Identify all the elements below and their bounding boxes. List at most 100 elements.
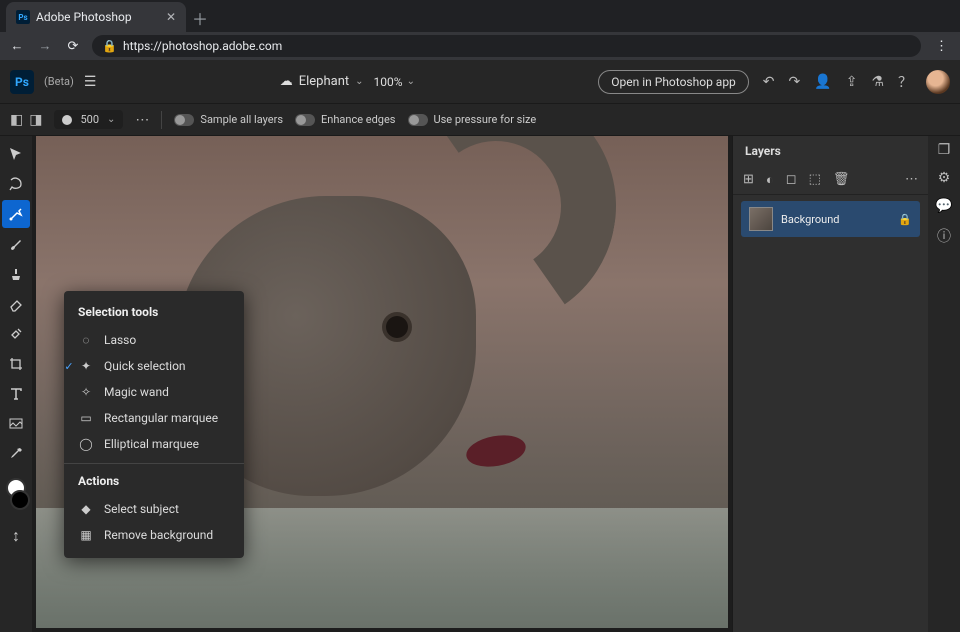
canvas-area[interactable]: Selection tools ◌Lasso ✦Quick selection …	[32, 136, 732, 632]
flyout-header-actions: Actions	[64, 470, 244, 496]
enhance-edges-toggle[interactable]: Enhance edges	[295, 113, 396, 126]
undo-button[interactable]: ↶	[763, 74, 775, 90]
healing-brush-tool[interactable]	[2, 320, 30, 348]
help-button[interactable]: ？	[898, 72, 912, 92]
layer-item-background[interactable]: Background 🔒	[741, 201, 920, 237]
flyout-item-label: Rectangular marquee	[104, 411, 218, 425]
toggle-icon	[408, 114, 428, 126]
sample-all-layers-toggle[interactable]: Sample all layers	[174, 113, 283, 126]
forward-button[interactable]: →	[36, 38, 54, 54]
quick-selection-icon: ✦	[78, 359, 94, 373]
back-button[interactable]: ←	[8, 38, 26, 54]
blend-options-button[interactable]: ⬚	[809, 172, 821, 188]
flyout-remove-background[interactable]: ▦ Remove background	[64, 522, 244, 548]
info-panel-icon[interactable]: ⓘ	[937, 226, 951, 246]
ellipse-marquee-icon: ◯	[78, 437, 94, 451]
invite-button[interactable]: 👤	[814, 74, 831, 90]
adjustment-layer-button[interactable]: ◐	[766, 172, 774, 188]
toggle-label: Enhance edges	[321, 113, 396, 126]
chevron-down-icon: ⌄	[407, 76, 415, 87]
address-bar[interactable]: 🔒 https://photoshop.adobe.com	[92, 35, 921, 57]
chevron-down-icon: ⌄	[107, 114, 115, 125]
open-in-app-button[interactable]: Open in Photoshop app	[598, 70, 749, 94]
reload-button[interactable]: ⟳	[64, 39, 82, 54]
main-menu-button[interactable]: ☰	[84, 74, 97, 90]
browser-tab[interactable]: Ps Adobe Photoshop ✕	[6, 2, 186, 32]
new-layer-button[interactable]: ⊞	[743, 172, 754, 188]
flyout-quick-selection[interactable]: ✦ Quick selection	[64, 353, 244, 379]
avatar[interactable]	[926, 70, 950, 94]
new-tab-button[interactable]: ＋	[186, 4, 214, 32]
delete-layer-button[interactable]: 🗑	[833, 172, 850, 188]
toggle-label: Sample all layers	[200, 113, 283, 126]
subtract-from-selection-icon[interactable]: ◨	[29, 112, 42, 128]
selection-tools-flyout: Selection tools ◌Lasso ✦Quick selection …	[64, 291, 244, 558]
place-image-tool[interactable]	[2, 410, 30, 438]
flyout-rectangular-marquee[interactable]: ▭Rectangular marquee	[64, 405, 244, 431]
toggle-icon	[174, 114, 194, 126]
flyout-item-label: Lasso	[104, 333, 136, 347]
url-text: https://photoshop.adobe.com	[123, 39, 282, 53]
layer-name: Background	[781, 213, 839, 226]
toggle-label: Use pressure for size	[434, 113, 537, 126]
right-rail: ❐ ⚙ 💬 ⓘ	[928, 136, 960, 632]
lasso-tool[interactable]	[2, 170, 30, 198]
flyout-item-label: Remove background	[104, 528, 213, 542]
labs-icon[interactable]: ⚗	[871, 74, 884, 90]
layer-thumbnail	[749, 207, 773, 231]
select-subject-icon: ◆	[78, 502, 94, 516]
flyout-item-label: Elliptical marquee	[104, 437, 199, 451]
toggle-icon	[295, 114, 315, 126]
tab-title: Adobe Photoshop	[36, 10, 132, 24]
close-icon[interactable]: ✕	[166, 10, 176, 24]
document-name: Elephant	[299, 74, 349, 89]
flyout-header-tools: Selection tools	[64, 301, 244, 327]
mask-button[interactable]: ◻	[786, 172, 797, 188]
add-to-selection-icon[interactable]: ◧	[10, 112, 23, 128]
image-elephant-mouth	[464, 431, 528, 471]
lasso-icon: ◌	[78, 333, 94, 347]
divider	[64, 463, 244, 464]
share-button[interactable]: ⇪	[846, 74, 858, 90]
move-tool[interactable]	[2, 140, 30, 168]
browser-menu-button[interactable]: ⋮	[931, 39, 952, 54]
remove-background-icon: ▦	[78, 528, 94, 542]
clone-stamp-tool[interactable]	[2, 260, 30, 288]
properties-panel-icon[interactable]: ⚙	[938, 170, 951, 186]
type-tool[interactable]	[2, 380, 30, 408]
browser-navbar: ← → ⟳ 🔒 https://photoshop.adobe.com ⋮	[0, 32, 960, 60]
image-elephant-eye	[386, 316, 408, 338]
tab-favicon: Ps	[16, 10, 30, 24]
use-pressure-toggle[interactable]: Use pressure for size	[408, 113, 537, 126]
quick-selection-tool[interactable]	[2, 200, 30, 228]
redo-button[interactable]: ↷	[789, 74, 801, 90]
tool-rail: ↕	[0, 136, 32, 632]
background-color-swatch[interactable]	[10, 490, 30, 510]
lock-icon[interactable]: 🔒	[898, 213, 912, 226]
brush-tool[interactable]	[2, 230, 30, 258]
flyout-item-label: Select subject	[104, 502, 179, 516]
swap-colors-button[interactable]: ↕	[2, 522, 30, 550]
eyedropper-tool[interactable]	[2, 440, 30, 468]
crop-tool[interactable]	[2, 350, 30, 378]
comments-panel-icon[interactable]: 💬	[935, 198, 952, 214]
divider	[161, 111, 162, 129]
flyout-magic-wand[interactable]: ✧Magic wand	[64, 379, 244, 405]
flyout-lasso[interactable]: ◌ Lasso	[64, 327, 244, 353]
eraser-tool[interactable]	[2, 290, 30, 318]
brush-size-control[interactable]: 500 ⌄	[54, 110, 123, 129]
layer-more-button[interactable]: ⋯	[905, 172, 918, 188]
flyout-item-label: Quick selection	[104, 359, 186, 373]
flyout-elliptical-marquee[interactable]: ◯ Elliptical marquee	[64, 431, 244, 457]
tool-options-bar: ◧ ◨ 500 ⌄ ⋯ Sample all layers Enhance ed…	[0, 104, 960, 136]
panel-title: Layers	[733, 136, 928, 166]
photoshop-logo[interactable]: Ps	[10, 70, 34, 94]
zoom-control[interactable]: 100% ⌄	[374, 75, 415, 89]
more-options-button[interactable]: ⋯	[135, 112, 149, 128]
flyout-select-subject[interactable]: ◆ Select subject	[64, 496, 244, 522]
chevron-down-icon: ⌄	[355, 76, 363, 87]
cloud-icon: ☁	[280, 74, 293, 89]
layers-panel-icon[interactable]: ❐	[938, 142, 951, 158]
document-switcher[interactable]: ☁ Elephant ⌄	[280, 74, 364, 89]
beta-label: (Beta)	[44, 75, 74, 88]
